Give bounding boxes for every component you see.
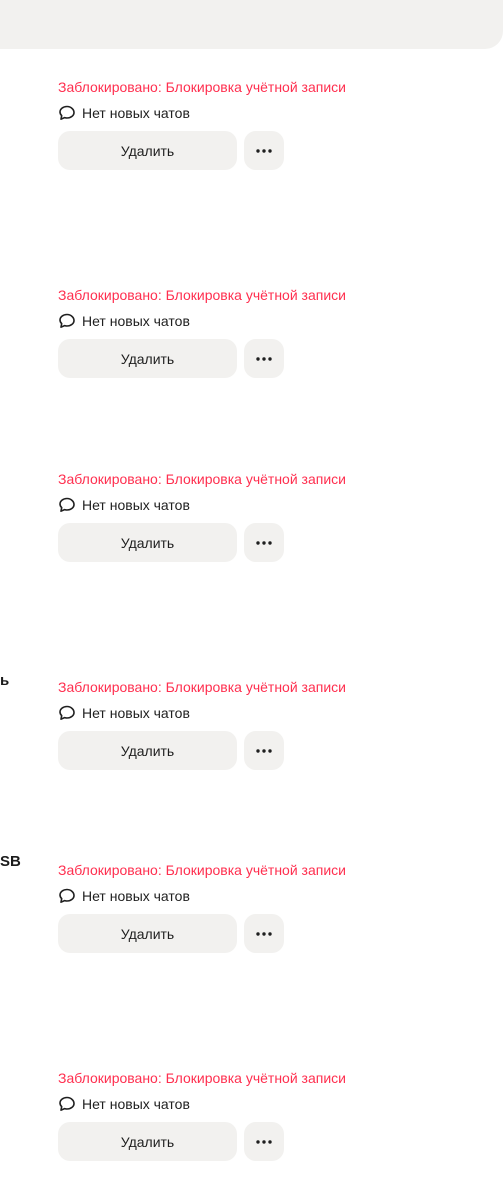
chat-status-label: Нет новых чатов xyxy=(82,1096,190,1112)
chat-status-label: Нет новых чатов xyxy=(82,313,190,329)
delete-button[interactable]: Удалить xyxy=(58,131,237,170)
top-search-bar xyxy=(0,0,503,49)
status-blocked: Заблокировано: Блокировка учётной записи xyxy=(58,862,346,878)
delete-button[interactable]: Удалить xyxy=(58,339,237,378)
status-blocked: Заблокировано: Блокировка учётной записи xyxy=(58,79,346,95)
delete-button[interactable]: Удалить xyxy=(58,523,237,562)
more-options-button[interactable] xyxy=(244,731,284,770)
chat-status: Нет новых чатов xyxy=(58,1095,190,1113)
delete-button[interactable]: Удалить xyxy=(58,731,237,770)
chat-bubble-icon xyxy=(58,887,76,905)
more-icon xyxy=(256,356,272,361)
more-icon xyxy=(256,931,272,936)
chat-status-label: Нет новых чатов xyxy=(82,888,190,904)
more-options-button[interactable] xyxy=(244,523,284,562)
more-options-button[interactable] xyxy=(244,1122,284,1161)
more-options-button[interactable] xyxy=(244,339,284,378)
chat-status: Нет новых чатов xyxy=(58,312,190,330)
chat-status-label: Нет новых чатов xyxy=(82,497,190,513)
more-icon xyxy=(256,1139,272,1144)
listing-title-fragment: ь xyxy=(0,672,10,689)
chat-status: Нет новых чатов xyxy=(58,104,190,122)
delete-button[interactable]: Удалить xyxy=(58,1122,237,1161)
chat-status: Нет новых чатов xyxy=(58,704,190,722)
chat-status-label: Нет новых чатов xyxy=(82,105,190,121)
more-icon xyxy=(256,540,272,545)
status-blocked: Заблокировано: Блокировка учётной записи xyxy=(58,287,346,303)
chat-bubble-icon xyxy=(58,704,76,722)
more-icon xyxy=(256,748,272,753)
status-blocked: Заблокировано: Блокировка учётной записи xyxy=(58,679,346,695)
chat-status: Нет новых чатов xyxy=(58,496,190,514)
chat-bubble-icon xyxy=(58,104,76,122)
status-blocked: Заблокировано: Блокировка учётной записи xyxy=(58,1070,346,1086)
more-options-button[interactable] xyxy=(244,131,284,170)
chat-bubble-icon xyxy=(58,1095,76,1113)
more-options-button[interactable] xyxy=(244,914,284,953)
chat-status-label: Нет новых чатов xyxy=(82,705,190,721)
status-blocked: Заблокировано: Блокировка учётной записи xyxy=(58,471,346,487)
chat-status: Нет новых чатов xyxy=(58,887,190,905)
more-icon xyxy=(256,148,272,153)
chat-bubble-icon xyxy=(58,312,76,330)
chat-bubble-icon xyxy=(58,496,76,514)
listing-title-fragment: SB xyxy=(0,853,21,870)
delete-button[interactable]: Удалить xyxy=(58,914,237,953)
